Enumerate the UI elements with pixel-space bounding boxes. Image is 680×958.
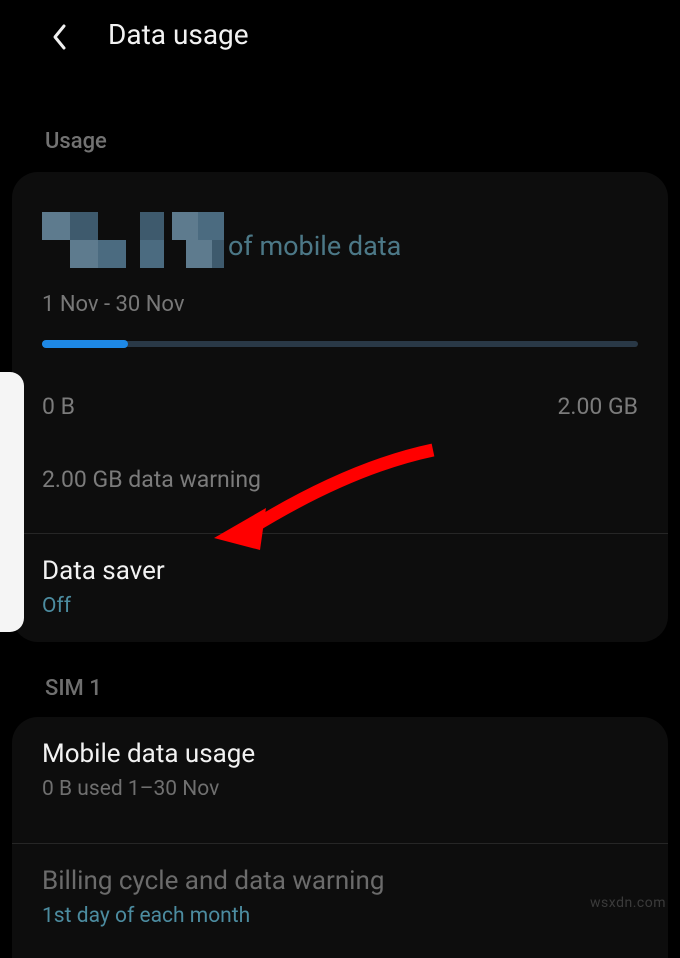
of-mobile-data-label: of mobile data xyxy=(228,230,401,262)
progress-max: 2.00 GB xyxy=(557,393,638,420)
section-sim-header: SIM 1 xyxy=(0,642,680,717)
back-icon[interactable] xyxy=(50,22,70,56)
billing-cycle-item[interactable]: Billing cycle and data warning 1st day o… xyxy=(12,844,668,958)
redacted-usage-amount xyxy=(42,200,222,280)
mobile-data-usage-title: Mobile data usage xyxy=(42,739,638,769)
page-title: Data usage xyxy=(108,18,249,51)
date-range: 1 Nov - 30 Nov xyxy=(42,292,638,317)
watermark: wsxdn.com xyxy=(590,895,666,911)
usage-progress-fill xyxy=(42,340,128,348)
data-saver-item[interactable]: Data saver Off xyxy=(12,534,668,642)
data-warning-label: 2.00 GB data warning xyxy=(42,466,638,493)
edge-panel-handle[interactable] xyxy=(0,372,24,632)
section-usage-header: Usage xyxy=(0,69,680,172)
usage-progress-bar xyxy=(42,341,638,347)
mobile-data-usage-item[interactable]: Mobile data usage 0 B used 1–30 Nov xyxy=(12,717,668,825)
progress-min: 0 B xyxy=(42,393,75,420)
billing-cycle-sub: 1st day of each month xyxy=(42,904,638,928)
data-saver-status: Off xyxy=(42,594,638,618)
progress-labels: 0 B 2.00 GB xyxy=(42,393,638,420)
data-saver-title: Data saver xyxy=(42,556,638,586)
mobile-data-usage-sub: 0 B used 1–30 Nov xyxy=(42,777,638,801)
usage-summary[interactable]: of mobile data 1 Nov - 30 Nov 0 B 2.00 G… xyxy=(12,172,668,515)
usage-card: of mobile data 1 Nov - 30 Nov 0 B 2.00 G… xyxy=(12,172,668,642)
app-header: Data usage xyxy=(0,0,680,69)
sim-card: Mobile data usage 0 B used 1–30 Nov Bill… xyxy=(12,717,668,958)
billing-cycle-title: Billing cycle and data warning xyxy=(42,866,638,896)
